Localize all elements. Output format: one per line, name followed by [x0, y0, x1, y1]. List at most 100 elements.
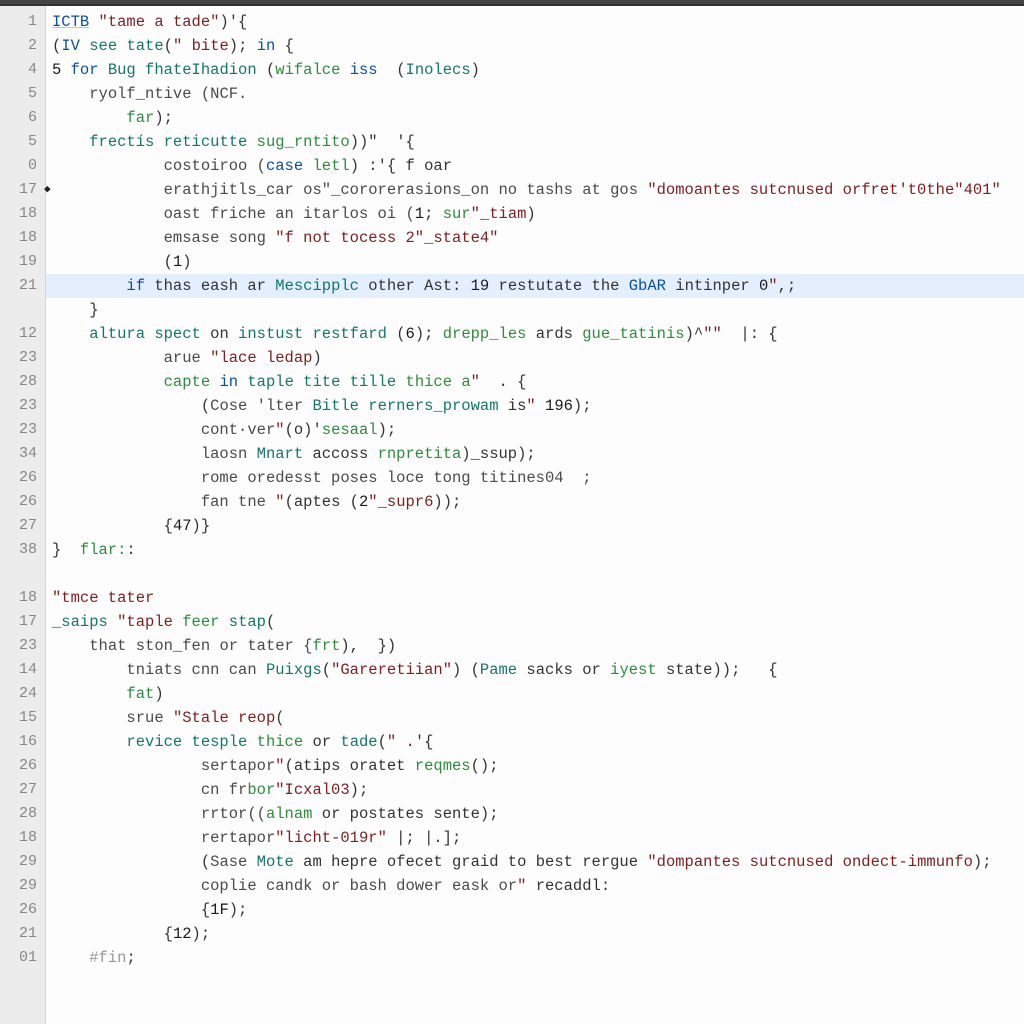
code-token: "dompantes sutcnused ondect-immunfo [647, 853, 973, 871]
code-line[interactable]: {47)} [46, 514, 1024, 538]
code-token: (o)' [285, 421, 322, 439]
code-token: intinper [666, 277, 759, 295]
line-number: 26 [0, 898, 45, 922]
code-token: ); [229, 37, 257, 55]
line-number: 23 [0, 634, 45, 658]
code-line[interactable]: capte in taple tite tille thice a" . { [46, 370, 1024, 394]
code-line[interactable]: {1F); [46, 898, 1024, 922]
code-token: Cose 'lter [210, 397, 312, 415]
code-area[interactable]: ICTB "tame a tade")'{(IV see tate(" bite… [46, 6, 1024, 1024]
code-line[interactable] [46, 562, 1024, 586]
code-token: rrtor(( [201, 805, 266, 823]
code-line[interactable]: emsase song "f not tocess 2"_state4" [46, 226, 1024, 250]
code-token: Bitle rerners_prowam [312, 397, 498, 415]
line-number: 15 [0, 706, 45, 730]
line-number: 26 [0, 754, 45, 778]
code-line[interactable]: sertapor"(atips oratet reqmes(); [46, 754, 1024, 778]
line-number: 24 [0, 682, 45, 706]
code-token: frectís reticutte [89, 133, 247, 151]
code-line[interactable]: arue "lace ledap) [46, 346, 1024, 370]
line-number: 0 [0, 154, 45, 178]
code-line[interactable]: ryolf_ntive (NCF. [46, 82, 1024, 106]
code-token: ( [387, 325, 406, 343]
code-token: ( [322, 661, 331, 679]
code-token: ); [973, 853, 992, 871]
line-number: 29 [0, 874, 45, 898]
code-line[interactable]: "tmce tater [46, 586, 1024, 610]
code-line[interactable]: (IV see tate(" bite); in { [46, 34, 1024, 58]
code-token: 196 [545, 397, 573, 415]
code-line[interactable]: _saips "taple feer stap( [46, 610, 1024, 634]
code-line[interactable]: fat) [46, 682, 1024, 706]
code-line[interactable]: costoiroo (case letl) :'{ f oar [46, 154, 1024, 178]
code-token: ) [526, 205, 535, 223]
line-number: 27 [0, 778, 45, 802]
code-line[interactable]: rertapor"licht-019r" |; |.]; [46, 826, 1024, 850]
code-line[interactable]: srue "Stale reop( [46, 706, 1024, 730]
code-token: ,; [778, 277, 797, 295]
code-token: arue [164, 349, 211, 367]
code-token: ) [471, 61, 480, 79]
code-token [108, 613, 117, 631]
code-line[interactable]: (Sase Mote am hepre ofecet graid to best… [46, 850, 1024, 874]
code-line[interactable]: cont·ver"(o)'sesaal); [46, 418, 1024, 442]
line-number: 5 [0, 82, 45, 106]
code-line[interactable]: rome oredesst poses loce tong titines04 … [46, 466, 1024, 490]
code-line[interactable]: if thas eash ar Mescipplc other Ast: 19 … [46, 274, 1024, 298]
code-line[interactable]: (Cose 'lter Bitle rerners_prowam is" 196… [46, 394, 1024, 418]
code-token: 1F [210, 901, 229, 919]
code-line[interactable]: laosn Mnart accoss rnpretita)_ssup); [46, 442, 1024, 466]
code-line[interactable]: frectís reticutte sug_rntito))" '{ [46, 130, 1024, 154]
code-line[interactable]: coplie candk or bash dower eask or" reca… [46, 874, 1024, 898]
code-token: rnpretita [378, 445, 462, 463]
code-line[interactable]: ◆ erathjitls_car os"_cororerasions_on no… [46, 178, 1024, 202]
code-line[interactable]: altura spect on instust restfard (6); dr… [46, 322, 1024, 346]
code-token: thice [257, 733, 304, 751]
breakpoint-marker-icon[interactable]: ◆ [44, 178, 54, 202]
code-line[interactable]: } flar:: [46, 538, 1024, 562]
code-token: capte [164, 373, 211, 391]
code-line[interactable]: {12); [46, 922, 1024, 946]
code-token: on [201, 325, 238, 343]
code-token: ); [350, 781, 369, 799]
code-token: fan tne [201, 493, 275, 511]
code-line[interactable]: revice tesple thice or tade(" .'{ [46, 730, 1024, 754]
line-number: 18 [0, 826, 45, 850]
code-line[interactable]: (1) [46, 250, 1024, 274]
code-token: am hepre ofecet graid to best rergue [294, 853, 647, 871]
code-token: ( [378, 733, 387, 751]
line-number: 23 [0, 346, 45, 370]
code-token [247, 733, 256, 751]
code-token: coplie candk or bash dower eask or [201, 877, 517, 895]
code-token: letl [312, 157, 349, 175]
code-line[interactable]: oast friche an itarlos oi (1; sur"_tiam) [46, 202, 1024, 226]
code-line[interactable]: cn frbor"Icxal03); [46, 778, 1024, 802]
code-token: )^ [685, 325, 704, 343]
code-token: "Icxal03 [275, 781, 349, 799]
code-editor[interactable]: 1245650171818192112232823233426262738181… [0, 6, 1024, 1024]
code-line[interactable]: #fin; [46, 946, 1024, 970]
code-token: "Stale reop [173, 709, 275, 727]
code-line[interactable]: tniats cnn can Puixgs("Gareretiian") (Pa… [46, 658, 1024, 682]
code-line[interactable]: far); [46, 106, 1024, 130]
code-token: #fin [89, 949, 126, 967]
code-token: state)); { [657, 661, 778, 679]
code-token: 47 [173, 517, 192, 535]
line-number: 17 [0, 610, 45, 634]
code-token: Sase [210, 853, 257, 871]
line-number: 38 [0, 538, 45, 562]
code-token: rome oredesst poses loce tong titines04 … [201, 469, 592, 487]
code-token: srue [126, 709, 173, 727]
code-token: ); [229, 901, 248, 919]
code-line[interactable]: 5 for Bug fhateIhadion (wifalce iss (Ino… [46, 58, 1024, 82]
code-line[interactable]: ICTB "tame a tade")'{ [46, 10, 1024, 34]
code-line[interactable]: } [46, 298, 1024, 322]
code-token: "tmce tater [52, 589, 154, 607]
code-line[interactable]: that ston_fen or tater {frt), }) [46, 634, 1024, 658]
code-token: revice tesple [126, 733, 247, 751]
code-token [89, 13, 98, 31]
code-line[interactable]: rrtor((alnam or postates sente); [46, 802, 1024, 826]
code-token: { [275, 37, 294, 55]
code-line[interactable]: fan tne "(aptes (2"_supr6)); [46, 490, 1024, 514]
code-token: ( [275, 709, 284, 727]
